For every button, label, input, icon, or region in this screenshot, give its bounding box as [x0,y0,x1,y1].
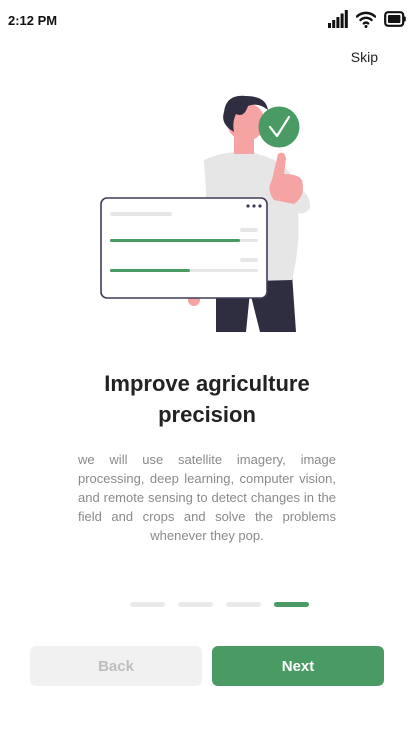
signal-icon [328,10,348,28]
page-dot-3[interactable] [226,602,261,607]
onboarding-title: Improve agriculture precision [0,368,414,430]
wifi-icon [356,11,376,28]
page-dot-2[interactable] [178,602,213,607]
status-bar: 2:12 PM [0,0,414,42]
page-indicator [130,602,309,607]
back-button[interactable]: Back [30,646,202,686]
onboarding-title-line1: Improve agriculture [104,371,310,396]
status-icons [328,10,406,28]
skip-button[interactable]: Skip [351,49,378,65]
page-dot-4-active[interactable] [274,602,309,607]
status-time: 2:12 PM [8,13,58,28]
onboarding-description: we will use satellite imagery, image pro… [78,452,336,543]
onboarding-illustration [100,95,311,332]
battery-icon [384,11,406,27]
onboarding-title-line2: precision [158,402,256,427]
next-button[interactable]: Next [212,646,384,686]
page-dot-1[interactable] [130,602,165,607]
